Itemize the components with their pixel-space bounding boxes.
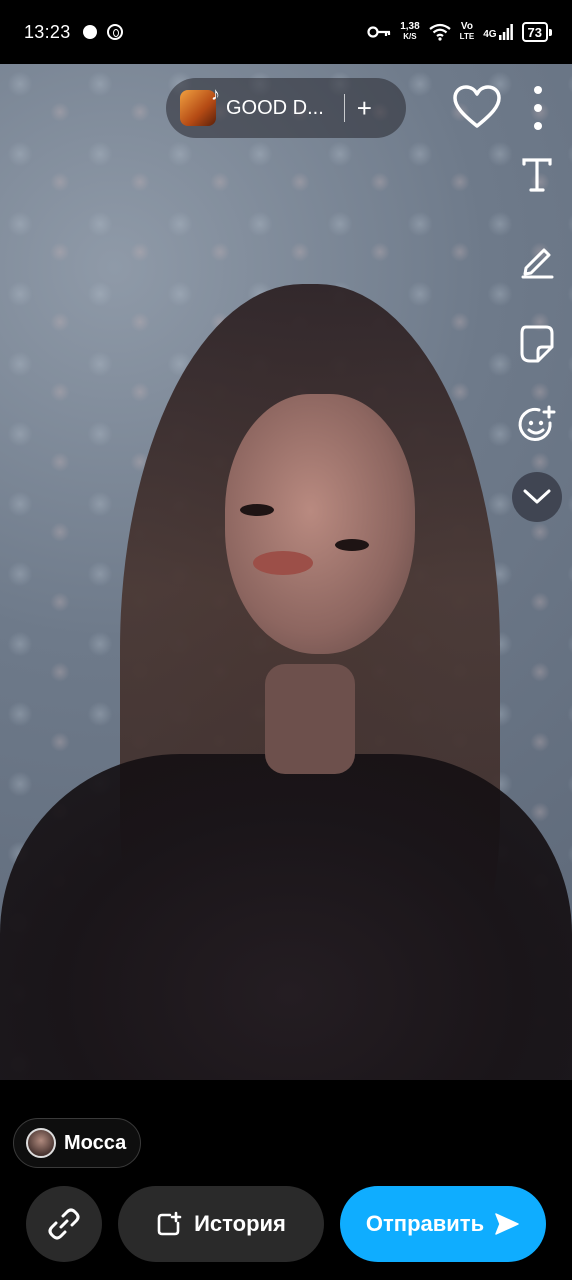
network-speed: 1,38 K/S (400, 21, 420, 42)
text-icon (522, 158, 552, 192)
right-eye (335, 539, 369, 551)
music-title: GOOD D... (226, 96, 324, 119)
divider (343, 94, 345, 122)
location-label: Мосса (64, 1131, 127, 1154)
shirt (0, 754, 572, 1080)
pencil-icon (521, 248, 554, 279)
volte-indicator: Vo LTE (459, 21, 475, 42)
more-vertical-icon[interactable] (528, 86, 548, 130)
draw-tool[interactable] (514, 237, 560, 283)
add-music-button[interactable]: + (357, 95, 372, 121)
status-bar: 13:23 1,38 K/S Vo LTE 4G 73 (0, 0, 572, 64)
music-note-icon: ♪ (211, 84, 220, 104)
face (225, 394, 415, 654)
battery-indicator: 73 (521, 22, 553, 42)
add-story-icon (157, 1211, 182, 1236)
smiley-sparkle-icon (518, 405, 556, 441)
notification-dot-icon (82, 25, 97, 39)
chevron-down-icon (523, 489, 551, 504)
signal-bars-icon (498, 24, 513, 40)
album-art: ♪ (180, 84, 220, 126)
send-arrow-icon (495, 1213, 519, 1235)
snap-photo[interactable] (0, 64, 572, 1080)
send-button[interactable]: Отправить (340, 1186, 546, 1262)
sticker-icon (520, 325, 554, 363)
link-button[interactable] (26, 1186, 102, 1262)
status-time: 13:23 (24, 21, 71, 42)
emoji-tool[interactable] (514, 402, 560, 448)
app-notification-icon (106, 24, 123, 40)
send-label: Отправить (365, 1211, 485, 1236)
cell-signal: 4G (483, 24, 513, 40)
story-button[interactable]: История (118, 1186, 324, 1262)
link-icon (48, 1208, 80, 1240)
lips (253, 551, 313, 575)
avatar (26, 1128, 56, 1158)
bottom-bar: Мосса История Отправить (0, 1080, 572, 1280)
key-icon (367, 26, 391, 38)
wifi-icon (428, 23, 451, 41)
heart-icon[interactable] (452, 84, 502, 130)
left-eye (240, 504, 274, 516)
story-label: История (194, 1211, 286, 1236)
location-chip[interactable]: Мосса (13, 1118, 142, 1168)
music-sticker-pill[interactable]: ♪ GOOD D... + (166, 78, 406, 138)
expand-tools-button[interactable] (512, 472, 562, 522)
text-tool[interactable] (514, 152, 560, 198)
sticker-tool[interactable] (514, 320, 560, 366)
neck (265, 664, 355, 774)
